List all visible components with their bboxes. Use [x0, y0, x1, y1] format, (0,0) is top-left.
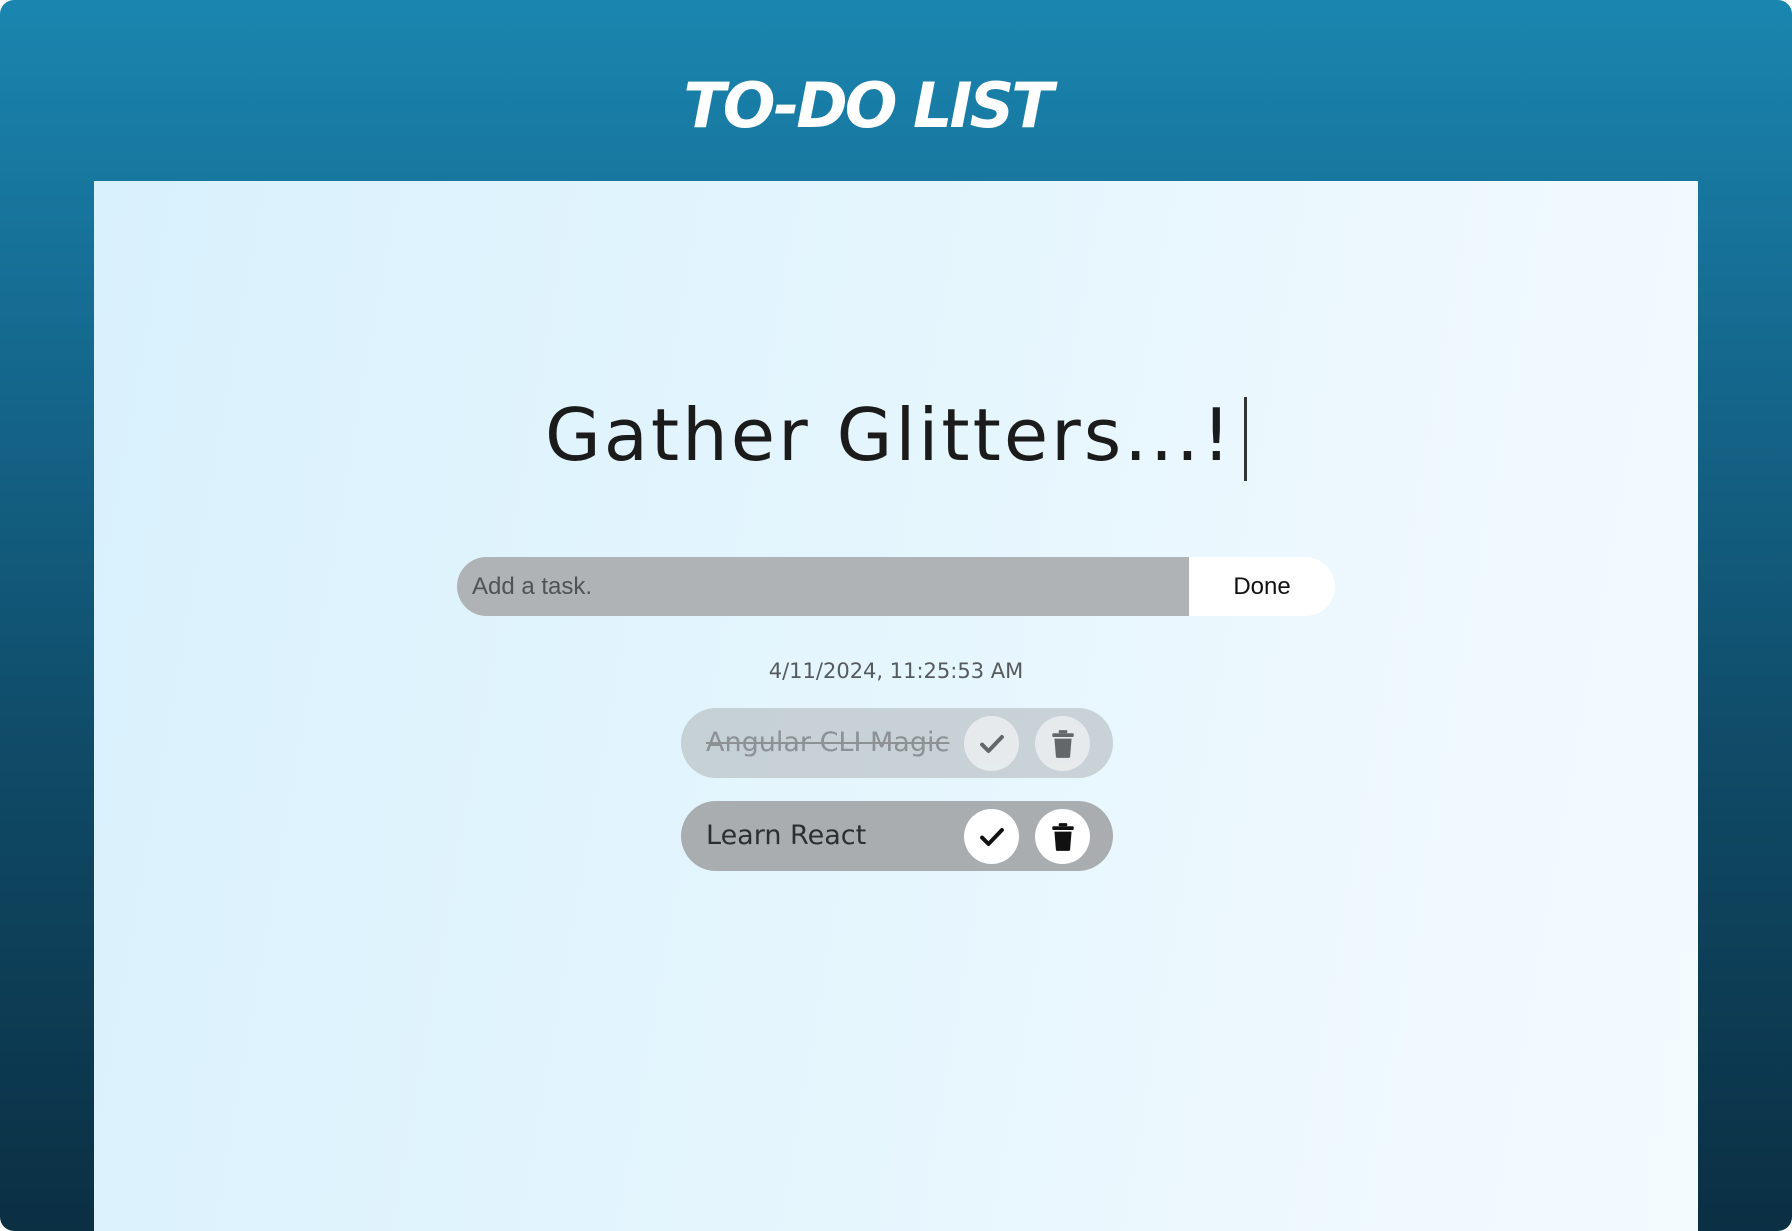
task-text[interactable]: Angular CLI Magic	[706, 708, 949, 778]
current-timestamp: 4/11/2024, 11:25:53 AM	[768, 659, 1024, 683]
typewriter-headline: Gather Glitters...!	[545, 393, 1234, 477]
add-task-form: Done	[457, 557, 1335, 616]
task-item: Learn React	[681, 801, 1113, 871]
delete-task-button[interactable]	[1035, 809, 1090, 864]
headline: Gather Glitters...!	[0, 385, 1792, 485]
main-panel	[94, 181, 1698, 1231]
check-icon	[978, 730, 1006, 758]
app-title: TO-DO LIST	[683, 69, 1053, 142]
task-list: Angular CLI Magic Learn React	[681, 708, 1113, 894]
task-item: Angular CLI Magic	[681, 708, 1113, 778]
trash-icon	[1050, 729, 1076, 759]
typing-caret	[1244, 397, 1247, 481]
app-window: TO-DO LIST Gather Glitters...! Done 4/11…	[0, 0, 1792, 1231]
check-icon	[978, 823, 1006, 851]
trash-icon	[1050, 822, 1076, 852]
task-text[interactable]: Learn React	[706, 801, 866, 871]
done-button[interactable]: Done	[1189, 557, 1335, 616]
delete-task-button[interactable]	[1035, 716, 1090, 771]
complete-task-button[interactable]	[964, 716, 1019, 771]
complete-task-button[interactable]	[964, 809, 1019, 864]
task-input[interactable]	[457, 557, 1189, 616]
